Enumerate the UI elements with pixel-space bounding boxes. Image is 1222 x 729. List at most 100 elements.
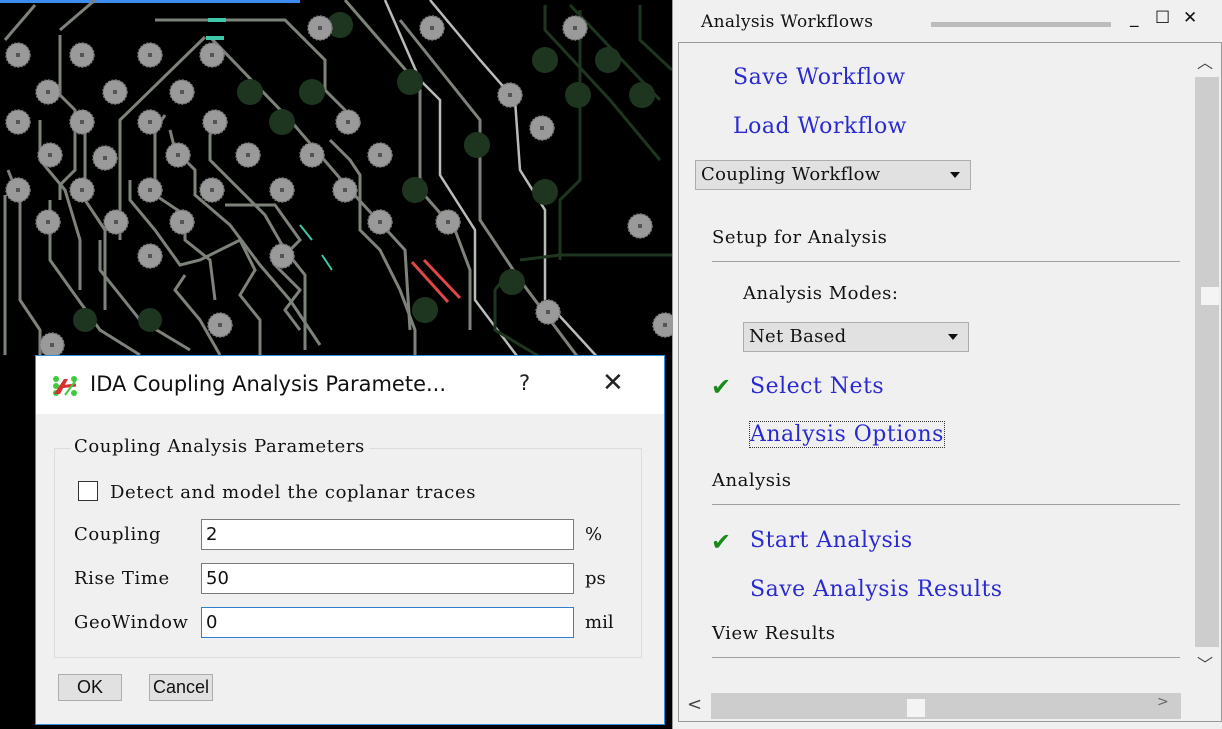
- pcb-pad-drill: [573, 26, 577, 30]
- pcb-pad-drill: [46, 220, 50, 224]
- rise-time-input[interactable]: [201, 563, 574, 594]
- pcb-pad-drill: [113, 90, 117, 94]
- pcb-via-dim: [595, 47, 621, 73]
- pcb-pad-drill: [148, 120, 152, 124]
- pcb-pad-drill: [148, 188, 152, 192]
- geowindow-unit: mil: [585, 612, 614, 633]
- dialog-close-button[interactable]: ✕: [602, 368, 624, 398]
- save-workflow-link[interactable]: Save Workflow: [733, 65, 906, 90]
- pcb-pad-drill: [16, 120, 20, 124]
- pcb-pad-drill: [46, 90, 50, 94]
- panel-title: Analysis Workflows: [701, 12, 874, 32]
- pcb-pad-drill: [346, 120, 350, 124]
- maximize-button[interactable]: ☐: [1155, 8, 1170, 28]
- workflow-select[interactable]: Coupling Workflow: [695, 160, 971, 190]
- pcb-via-dim: [138, 308, 162, 332]
- section-divider: [712, 261, 1180, 262]
- pcb-pad-drill: [378, 153, 382, 157]
- pcb-pad-drill: [180, 220, 184, 224]
- geowindow-input[interactable]: [201, 607, 574, 638]
- dropdown-arrow-icon: [948, 334, 958, 340]
- pcb-pad-drill: [80, 188, 84, 192]
- pcb-pad-drill: [663, 323, 667, 327]
- pcb-pad-drill: [16, 188, 20, 192]
- pcb-pad-drill: [103, 156, 107, 160]
- geowindow-label: GeoWindow: [74, 612, 189, 633]
- help-button[interactable]: ?: [519, 371, 530, 395]
- pcb-pad: [652, 312, 672, 338]
- analysis-modes-label: Analysis Modes:: [743, 283, 899, 304]
- pcb-pad-drill: [310, 153, 314, 157]
- vertical-scrollbar[interactable]: ︿ ﹀: [1191, 43, 1221, 675]
- pcb-pad-drill: [148, 53, 152, 57]
- dialog-title-bar[interactable]: IDA Coupling Analysis Paramete... ? ✕: [36, 356, 664, 414]
- coupling-input[interactable]: [201, 519, 574, 550]
- horizontal-scroll-track[interactable]: [711, 693, 1181, 719]
- section-heading-setup: Setup for Analysis: [712, 227, 888, 248]
- pcb-via-dim: [73, 308, 97, 332]
- pcb-via-dim: [499, 269, 525, 295]
- pcb-pad-drill: [48, 153, 52, 157]
- pcb-pad-drill: [343, 188, 347, 192]
- pcb-pad-drill: [176, 153, 180, 157]
- analysis-modes-select[interactable]: Net Based: [743, 322, 969, 352]
- pcb-pad-drill: [378, 220, 382, 224]
- minimize-button[interactable]: _: [1130, 8, 1139, 28]
- select-nets-link[interactable]: Select Nets: [750, 374, 884, 399]
- pcb-trace-dim: [519, 253, 672, 262]
- scroll-right-icon[interactable]: >: [1157, 694, 1169, 710]
- pcb-pad-drill: [280, 254, 284, 258]
- pcb-via-dim: [237, 79, 263, 105]
- coplanar-traces-label[interactable]: Detect and model the coplanar traces: [110, 482, 476, 503]
- pcb-pad-drill: [50, 343, 54, 347]
- start-analysis-link[interactable]: Start Analysis: [750, 528, 913, 553]
- coupling-parameters-dialog: IDA Coupling Analysis Paramete... ? ✕ Co…: [35, 355, 665, 725]
- pcb-pad-drill: [318, 26, 322, 30]
- pcb-trace-dim: [638, 5, 672, 72]
- pcb-pad-drill: [148, 254, 152, 258]
- pcb-highlight-cyan: [321, 254, 333, 271]
- vertical-scroll-thumb[interactable]: [1201, 287, 1219, 305]
- pcb-via-dim: [532, 47, 558, 73]
- pcb-pad-drill: [80, 53, 84, 57]
- pcb-highlight-red: [422, 258, 462, 300]
- section-divider: [712, 657, 1180, 658]
- close-button[interactable]: ✕: [1183, 8, 1197, 28]
- ok-button[interactable]: OK: [58, 674, 122, 701]
- dialog-title: IDA Coupling Analysis Paramete...: [90, 372, 447, 396]
- pcb-via-dim: [464, 132, 490, 158]
- pcb-via-dim: [629, 82, 655, 108]
- scroll-up-icon[interactable]: ︿: [1197, 49, 1213, 73]
- pcb-via-dim: [565, 82, 591, 108]
- pcb-via-dim: [532, 179, 558, 205]
- pcb-pad-drill: [280, 188, 284, 192]
- pcb-via-dim: [412, 297, 438, 323]
- pcb-pad-drill: [446, 220, 450, 224]
- analysis-modes-value: Net Based: [749, 326, 847, 347]
- load-workflow-link[interactable]: Load Workflow: [733, 114, 907, 139]
- pcb-pad-drill: [546, 310, 550, 314]
- scroll-down-icon[interactable]: ﹀: [1197, 651, 1213, 675]
- section-divider: [712, 504, 1180, 505]
- analysis-options-link[interactable]: Analysis Options: [749, 421, 945, 448]
- pcb-pad-drill: [16, 53, 20, 57]
- pcb-via-dim: [299, 79, 325, 105]
- title-bar-drag-handle[interactable]: [931, 22, 1111, 27]
- cancel-button[interactable]: Cancel: [149, 674, 213, 701]
- pcb-trace: [118, 35, 207, 240]
- scroll-left-icon[interactable]: <: [687, 694, 702, 715]
- pcb-via-dim: [402, 177, 428, 203]
- coplanar-traces-checkbox[interactable]: [78, 481, 98, 501]
- save-analysis-results-link[interactable]: Save Analysis Results: [750, 577, 1003, 602]
- vertical-scroll-track[interactable]: [1195, 77, 1219, 647]
- pcb-pad-drill: [246, 153, 250, 157]
- pcb-pad-drill: [180, 90, 184, 94]
- horizontal-scroll-thumb[interactable]: [907, 699, 925, 717]
- ida-app-icon: [53, 376, 77, 396]
- pcb-pad-drill: [540, 126, 544, 130]
- pcb-pad-drill: [218, 323, 222, 327]
- pcb-pad-drill: [508, 93, 512, 97]
- horizontal-scrollbar[interactable]: <: [679, 691, 1191, 721]
- coupling-unit: %: [585, 524, 603, 545]
- pcb-pad-drill: [213, 120, 217, 124]
